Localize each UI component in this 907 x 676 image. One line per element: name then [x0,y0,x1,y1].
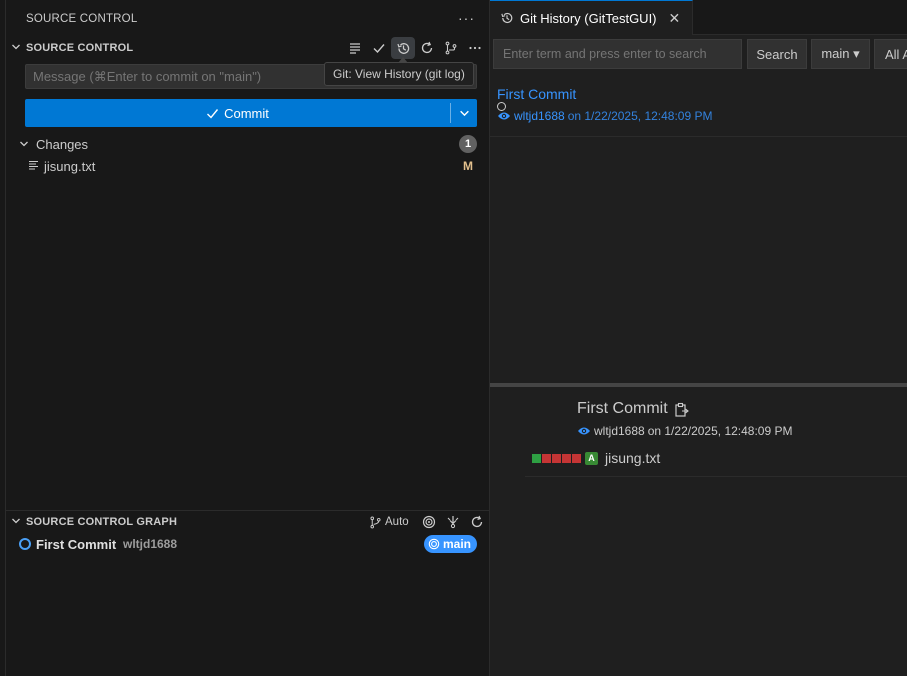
commit-dropdown-button[interactable] [451,99,477,127]
all-authors-button[interactable]: All A [874,39,907,69]
history-commit-title[interactable]: First Commit [497,86,576,102]
auto-label: Auto [385,516,409,528]
commit-label: Commit [224,105,269,121]
branch-select-button[interactable]: main ▾ [811,39,870,69]
history-commit-date: on 1/22/2025, 12:48:09 PM [567,109,713,123]
tab-git-history[interactable]: Git History (GitTestGUI) ✕ [490,0,693,35]
branch-icon [370,516,381,528]
commit-node-icon [19,538,31,550]
refresh-icon[interactable] [465,511,489,533]
commit-file-row[interactable]: A jisung.txt [532,450,660,466]
close-icon[interactable]: ✕ [669,10,681,27]
graph-toolbar: Auto [369,511,489,533]
panel-splitter[interactable] [490,383,907,387]
diff-stat-block [552,453,561,463]
commit-file-name[interactable]: jisung.txt [605,450,660,466]
tab-title: Git History (GitTestGUI) [520,10,657,26]
fetch-icon[interactable] [441,511,465,533]
branch-graph-icon[interactable] [439,37,463,59]
added-status-badge: A [585,451,598,465]
graph-auto-toggle[interactable]: Auto [369,516,413,529]
refresh-icon[interactable] [415,37,439,59]
chevron-down-icon [6,516,26,529]
view-history-icon[interactable] [391,37,415,59]
branch-badge: main [423,535,477,553]
view-as-list-icon[interactable] [343,37,367,59]
eye-icon [498,112,510,120]
detail-commit-meta: wltjd1688 on 1/22/2025, 12:48:09 PM [577,424,792,438]
target-icon[interactable] [417,511,441,533]
target-icon [428,538,440,550]
source-control-toolbar [343,37,487,59]
graph-commit-row[interactable]: First Commit wltjd1688 main [6,533,490,555]
text-file-icon [28,159,40,174]
copy-clipboard-icon[interactable] [674,402,689,417]
modified-status: M [463,159,473,173]
eye-icon [578,427,590,435]
commit-button[interactable]: Commit [25,99,477,127]
commit-main-action[interactable]: Commit [25,99,450,127]
tab-bar: Git History (GitTestGUI) ✕ [490,0,907,35]
graph-commit-author: wltjd1688 [123,537,178,551]
changes-group[interactable]: Changes 1 [6,133,490,155]
history-search-input[interactable] [493,39,742,69]
commit-check-icon[interactable] [367,37,391,59]
detail-commit-author[interactable]: wltjd1688 [594,424,645,438]
entry-divider [490,136,907,137]
section-title: SOURCE CONTROL [26,42,134,54]
branch-name: main [442,537,471,551]
graph-commit-title: First Commit [36,536,117,552]
detail-divider [525,476,907,477]
graph-section-title: SOURCE CONTROL GRAPH [26,516,178,528]
chevron-down-icon [459,110,469,116]
changed-file-row[interactable]: jisung.txt M [6,155,490,177]
view-more-icon[interactable]: ··· [458,10,475,26]
detail-commit-title: First Commit [577,400,689,418]
search-button[interactable]: Search [747,39,807,69]
diff-stat-block [542,453,551,463]
diff-stat-block [562,453,571,463]
source-control-sidebar: SOURCE CONTROL ··· SOURCE CONTROL Messag… [0,0,490,676]
detail-commit-date: on 1/22/2025, 12:48:09 PM [647,424,793,438]
history-commit-author[interactable]: wltjd1688 [514,109,565,123]
history-icon [501,12,513,24]
view-history-tooltip: Git: View History (git log) [324,62,474,86]
diff-stat-block [532,453,541,463]
history-commit-meta: wltjd1688 on 1/22/2025, 12:48:09 PM [497,109,712,123]
diff-stat-block [572,453,581,463]
activity-strip [0,0,6,676]
changes-label: Changes [36,136,89,152]
changed-file-name: jisung.txt [44,158,96,174]
chevron-down-icon [19,137,29,152]
check-icon [207,108,219,119]
chevron-down-icon [6,42,26,55]
more-actions-icon[interactable] [463,37,487,59]
view-title: SOURCE CONTROL [26,13,138,25]
changes-count-badge: 1 [459,135,477,153]
detail-title-text: First Commit [577,400,668,417]
git-history-editor: Git History (GitTestGUI) ✕ Search main ▾… [490,0,907,676]
